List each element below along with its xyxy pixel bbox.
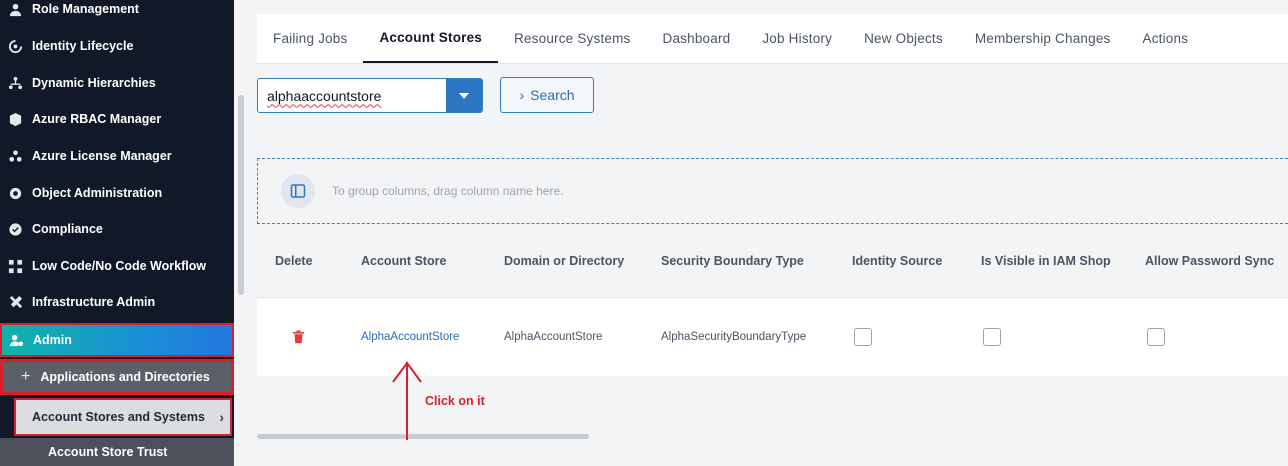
- security-boundary-type-cell: AlphaSecurityBoundaryType: [661, 331, 807, 343]
- sidebar-item-account-stores-and-systems[interactable]: Account Stores and Systems ›: [14, 398, 232, 436]
- column-header-delete[interactable]: Delete: [275, 224, 313, 298]
- sidebar-item-label: Azure License Manager: [32, 149, 172, 163]
- sidebar-item-dynamic-hierarchies[interactable]: Dynamic Hierarchies: [0, 68, 234, 98]
- grid-header: Delete Account Store Domain or Directory…: [257, 224, 1288, 298]
- sidebar-item-label: Infrastructure Admin: [32, 295, 156, 309]
- tab-actions[interactable]: Actions: [1127, 14, 1205, 63]
- sidebar-item-compliance[interactable]: Compliance: [0, 214, 234, 244]
- columns-panel-icon[interactable]: [281, 174, 315, 208]
- compliance-icon: [6, 220, 24, 238]
- column-header-account-store[interactable]: Account Store: [361, 224, 446, 298]
- sidebar-item-label: Compliance: [32, 222, 103, 236]
- sidebar-item-label: Identity Lifecycle: [32, 39, 134, 53]
- plus-icon: +: [21, 368, 31, 385]
- sidebar-item-applications-and-directories[interactable]: + Applications and Directories: [0, 359, 234, 395]
- hierarchy-icon: [6, 74, 24, 92]
- search-button-label: Search: [530, 87, 575, 103]
- dropdown-button[interactable]: [446, 79, 482, 112]
- allow-password-sync-checkbox[interactable]: [1147, 298, 1165, 376]
- sidebar-item-label: Account Store Trust: [48, 445, 168, 459]
- lifecycle-icon: [6, 37, 24, 55]
- account-store-select-value[interactable]: alphaaccountstore: [258, 79, 446, 112]
- tab-dashboard[interactable]: Dashboard: [647, 14, 747, 63]
- sidebar-item-label: Dynamic Hierarchies: [32, 76, 156, 90]
- trash-icon: [293, 330, 304, 344]
- group-hint: To group columns, drag column name here.: [332, 184, 564, 198]
- workflow-icon: [6, 257, 24, 275]
- sidebar-item-admin[interactable]: Admin: [0, 323, 234, 357]
- account-store-select[interactable]: alphaaccountstore: [257, 78, 483, 113]
- identity-source-checkbox[interactable]: [854, 298, 872, 376]
- sidebar-item-azure-license-manager[interactable]: Azure License Manager: [0, 141, 234, 171]
- sidebar-item-label: Applications and Directories: [40, 370, 210, 384]
- chevron-right-icon: ›: [519, 87, 525, 103]
- column-header-allow-password-sync[interactable]: Allow Password Sync: [1145, 224, 1274, 298]
- search-button[interactable]: › Search: [500, 77, 594, 113]
- delete-button[interactable]: [292, 298, 305, 376]
- sidebar-item-label: Object Administration: [32, 186, 163, 200]
- visible-in-iam-shop-checkbox[interactable]: [983, 298, 1001, 376]
- column-header-visible-in-iam-shop[interactable]: Is Visible in IAM Shop: [981, 224, 1111, 298]
- tab-resource-systems[interactable]: Resource Systems: [498, 14, 647, 63]
- sidebar-item-low-code-workflow[interactable]: Low Code/No Code Workflow: [0, 251, 234, 281]
- tools-icon: [6, 293, 24, 311]
- tab-job-history[interactable]: Job History: [746, 14, 848, 63]
- group-drop-zone[interactable]: To group columns, drag column name here.: [257, 158, 1288, 224]
- sidebar: Role Management Identity Lifecycle Dynam…: [0, 0, 234, 466]
- annotation-label: Click on it: [425, 394, 485, 408]
- license-icon: [6, 147, 24, 165]
- sidebar-item-account-store-trust[interactable]: Account Store Trust: [0, 438, 234, 466]
- tab-bar: Failing Jobs Account Stores Resource Sys…: [257, 14, 1288, 64]
- domain-cell: AlphaAccountStore: [504, 331, 603, 343]
- sidebar-item-label: Azure RBAC Manager: [32, 112, 162, 126]
- admin-gear-icon: [7, 331, 25, 349]
- tab-membership-changes[interactable]: Membership Changes: [959, 14, 1127, 63]
- column-header-domain[interactable]: Domain or Directory: [504, 224, 624, 298]
- user-badge-icon: [6, 0, 24, 18]
- chevron-right-icon: ›: [219, 409, 224, 425]
- tab-new-objects[interactable]: New Objects: [848, 14, 959, 63]
- tab-account-stores[interactable]: Account Stores: [363, 14, 499, 63]
- horizontal-scrollbar[interactable]: [257, 434, 589, 439]
- sidebar-item-label: Low Code/No Code Workflow: [32, 259, 207, 273]
- column-header-identity-source[interactable]: Identity Source: [852, 224, 942, 298]
- chevron-down-icon: [459, 92, 469, 99]
- sidebar-item-label: Account Stores and Systems: [32, 410, 205, 424]
- sidebar-item-infrastructure-admin[interactable]: Infrastructure Admin: [0, 287, 234, 317]
- sidebar-scrollbar[interactable]: [238, 95, 244, 295]
- cube-icon: [6, 110, 24, 128]
- gear-icon: [6, 184, 24, 202]
- sidebar-item-azure-rbac-manager[interactable]: Azure RBAC Manager: [0, 104, 234, 134]
- tab-failing-jobs[interactable]: Failing Jobs: [257, 14, 363, 63]
- annotation-arrow-line: [406, 362, 408, 440]
- sidebar-item-role-management[interactable]: Role Management: [0, 0, 234, 24]
- column-header-security-boundary-type[interactable]: Security Boundary Type: [661, 224, 804, 298]
- sidebar-item-label: Role Management: [32, 2, 139, 16]
- sidebar-item-identity-lifecycle[interactable]: Identity Lifecycle: [0, 31, 234, 61]
- sidebar-item-object-administration[interactable]: Object Administration: [0, 178, 234, 208]
- sidebar-item-label: Admin: [33, 333, 72, 347]
